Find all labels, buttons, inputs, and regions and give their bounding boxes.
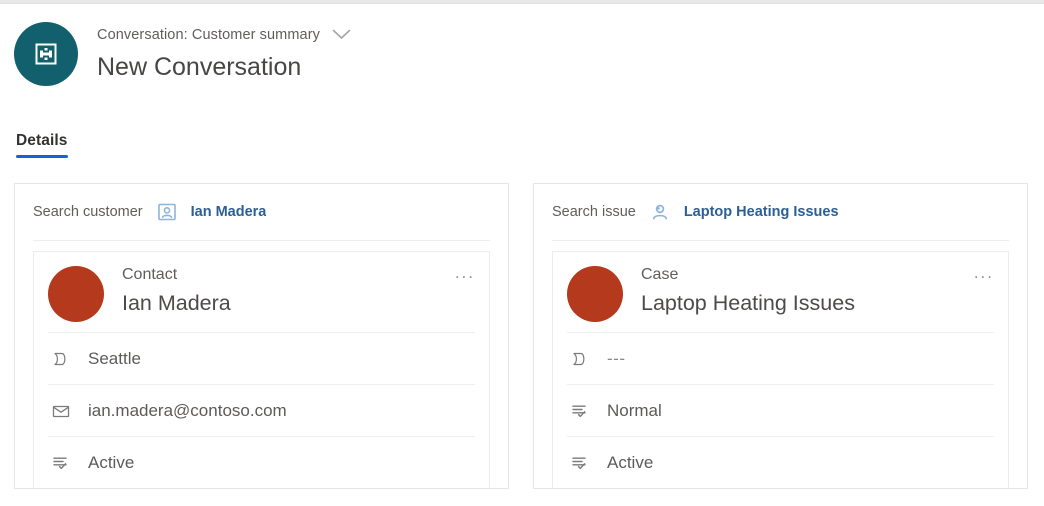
case-location-value: ---	[607, 348, 626, 368]
chevron-down-icon[interactable]	[332, 29, 351, 40]
issue-summary-card: Search issue Laptop Heating Issues Case …	[533, 183, 1028, 489]
more-options-icon[interactable]: ...	[455, 264, 475, 281]
record-name: Laptop Heating Issues	[641, 291, 855, 315]
case-record-card: Case Laptop Heating Issues ... --- Norma…	[552, 251, 1009, 488]
contact-status-value: Active	[88, 452, 135, 472]
search-issue-value[interactable]: Laptop Heating Issues	[684, 204, 839, 220]
priority-icon	[569, 402, 591, 420]
contact-email-value: ian.madera@contoso.com	[88, 400, 287, 420]
case-record-header: Case Laptop Heating Issues ...	[567, 252, 994, 332]
contact-field-location: Seattle	[48, 332, 475, 384]
location-icon	[569, 350, 591, 368]
header-text-block: Conversation: Customer summary New Conve…	[97, 25, 351, 84]
contact-field-email: ian.madera@contoso.com	[48, 384, 475, 436]
record-type-label: Contact	[122, 266, 178, 283]
location-icon	[50, 350, 72, 368]
tab-details[interactable]: Details	[16, 132, 68, 158]
search-customer-row[interactable]: Search customer Ian Madera	[33, 184, 490, 241]
contact-card-icon[interactable]	[157, 202, 177, 222]
header-subtitle-row[interactable]: Conversation: Customer summary	[97, 25, 351, 45]
case-field-location: ---	[567, 332, 994, 384]
case-field-priority: Normal	[567, 384, 994, 436]
contact-field-status: Active	[48, 436, 475, 488]
email-icon	[50, 402, 72, 420]
avatar	[567, 266, 623, 322]
avatar	[48, 266, 104, 322]
conversation-badge-icon	[14, 22, 78, 86]
search-issue-row[interactable]: Search issue Laptop Heating Issues	[552, 184, 1009, 241]
search-issue-label: Search issue	[552, 204, 636, 220]
case-record-identity: Case Laptop Heating Issues	[641, 264, 994, 318]
contact-record-card: Contact Ian Madera ... Seattle ian.mader…	[33, 251, 490, 488]
case-priority-value: Normal	[607, 400, 662, 420]
more-options-icon[interactable]: ...	[974, 264, 994, 281]
tab-bar: Details	[0, 124, 1044, 158]
case-field-status: Active	[567, 436, 994, 488]
contact-record-identity: Contact Ian Madera	[122, 264, 475, 318]
status-icon	[50, 454, 72, 472]
search-customer-value[interactable]: Ian Madera	[191, 204, 267, 220]
record-header: Conversation: Customer summary New Conve…	[0, 4, 1044, 86]
header-subtitle: Conversation: Customer summary	[97, 26, 320, 43]
search-customer-label: Search customer	[33, 204, 143, 220]
record-name: Ian Madera	[122, 291, 231, 315]
record-type-label: Case	[641, 266, 679, 283]
status-icon	[569, 454, 591, 472]
contact-location-value: Seattle	[88, 348, 141, 368]
case-status-value: Active	[607, 452, 654, 472]
summary-cards-container: Search customer Ian Madera Contact Ian M…	[0, 158, 1044, 489]
page-title: New Conversation	[97, 52, 302, 81]
contact-record-header: Contact Ian Madera ...	[48, 252, 475, 332]
person-icon[interactable]	[650, 202, 670, 222]
customer-summary-card: Search customer Ian Madera Contact Ian M…	[14, 183, 509, 489]
